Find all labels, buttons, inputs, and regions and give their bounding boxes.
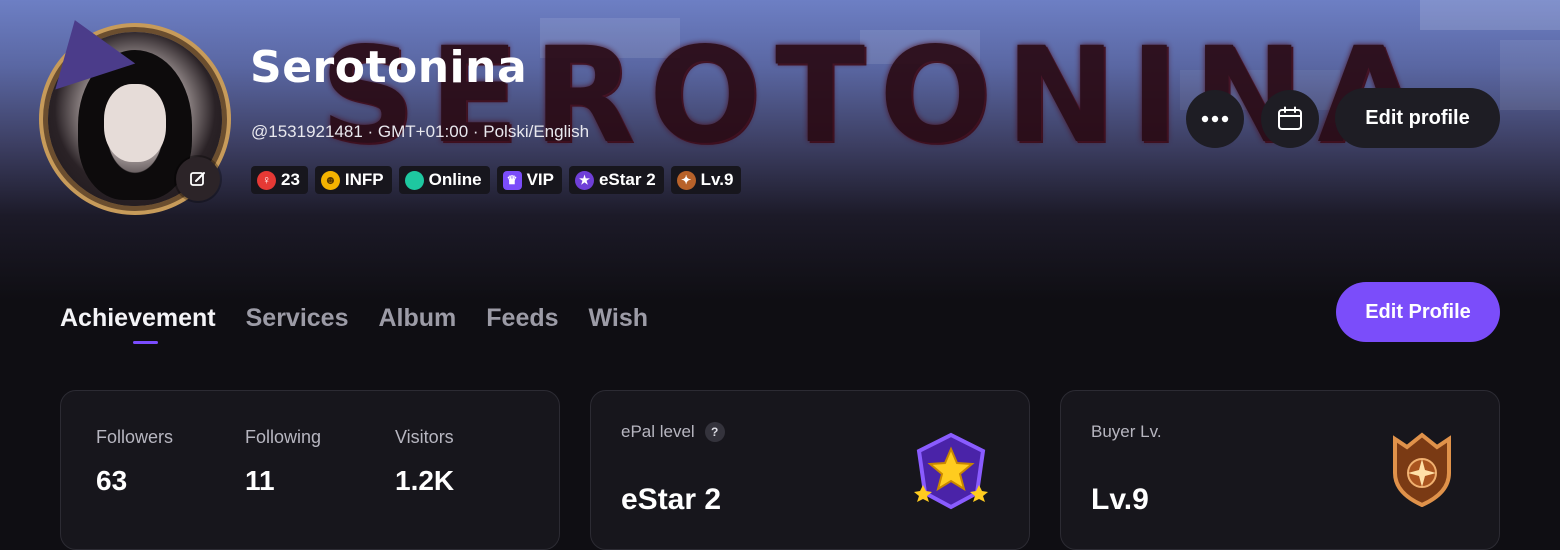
epal-level-card[interactable]: ePal level ? eStar 2 [590, 390, 1030, 550]
buyer-level-value: Lv.9 [1091, 483, 1149, 516]
calendar-icon [1278, 106, 1302, 130]
badge-vip[interactable]: ♛ VIP [496, 166, 562, 194]
buyer-level-shield-icon [1393, 432, 1451, 507]
help-icon[interactable]: ? [704, 422, 725, 442]
edit-icon [190, 172, 205, 186]
edit-profile-header-button[interactable]: Edit profile [1335, 88, 1500, 148]
profile-meta: @1531921481 · GMT+01:00 · Polski/English [251, 122, 590, 141]
badge-label: eStar 2 [598, 170, 656, 189]
stat-label: Visitors [395, 427, 454, 447]
badge-label: INFP [344, 170, 384, 189]
badge-label: Online [428, 170, 482, 189]
epal-level-title-row: ePal level ? [621, 422, 725, 442]
stat-value: 63 [96, 465, 128, 496]
tab-services[interactable]: Services [246, 304, 349, 333]
badge-label: 23 [281, 170, 300, 189]
profile-tabs: Achievement Services Album Feeds Wish [60, 304, 649, 344]
estar-icon: ★ [574, 170, 594, 190]
estar-emblem-icon [914, 432, 988, 510]
banner-block [1500, 40, 1560, 110]
stat-following[interactable]: Following 11 [245, 427, 321, 497]
stat-label: Following [245, 427, 322, 447]
female-icon: ♀ [257, 170, 276, 190]
badge-personality: ☻ INFP [314, 166, 392, 194]
vip-crown-icon: ♛ [502, 170, 522, 190]
badge-label: Lv.9 [700, 170, 734, 189]
stat-followers[interactable]: Followers 63 [96, 427, 173, 497]
edit-avatar-button[interactable] [176, 157, 220, 201]
badge-status: Online [398, 166, 490, 194]
online-dot-icon [404, 170, 424, 190]
avatar-face [104, 84, 166, 162]
buyer-level-card[interactable]: Buyer Lv. Lv.9 [1060, 390, 1500, 550]
tab-feeds[interactable]: Feeds [486, 304, 558, 333]
epal-level-value: eStar 2 [621, 483, 722, 516]
buyer-level-title: Buyer Lv. [1091, 422, 1162, 441]
edit-profile-button[interactable]: Edit Profile [1336, 282, 1500, 342]
badge-estar[interactable]: ★ eStar 2 [568, 166, 664, 194]
profile-banner: SEROTONINA [0, 0, 1560, 300]
stat-value: 1.2K [395, 465, 455, 496]
smiley-icon: ☻ [320, 170, 340, 190]
banner-block [1420, 0, 1560, 30]
badge-level[interactable]: ✦ Lv.9 [670, 166, 742, 194]
stat-visitors[interactable]: Visitors 1.2K [395, 427, 454, 497]
level-compass-icon: ✦ [676, 170, 696, 190]
tab-achievement[interactable]: Achievement [60, 304, 216, 344]
more-options-button[interactable] [1186, 90, 1244, 148]
tab-album[interactable]: Album [379, 304, 457, 333]
calendar-button[interactable] [1261, 90, 1319, 148]
stat-value: 11 [245, 465, 275, 496]
profile-name: Serotonina [250, 42, 528, 93]
badge-age: ♀ 23 [251, 166, 308, 194]
more-dots-icon [1201, 115, 1229, 123]
badge-label: VIP [526, 170, 554, 189]
tab-wish[interactable]: Wish [589, 304, 649, 333]
stats-card: Followers 63 Following 11 Visitors 1.2K [60, 390, 560, 550]
profile-badges: ♀ 23 ☻ INFP Online ♛ VIP ★ eStar 2 ✦ Lv.… [251, 166, 742, 194]
epal-level-title: ePal level [621, 422, 695, 441]
stat-label: Followers [96, 427, 174, 447]
